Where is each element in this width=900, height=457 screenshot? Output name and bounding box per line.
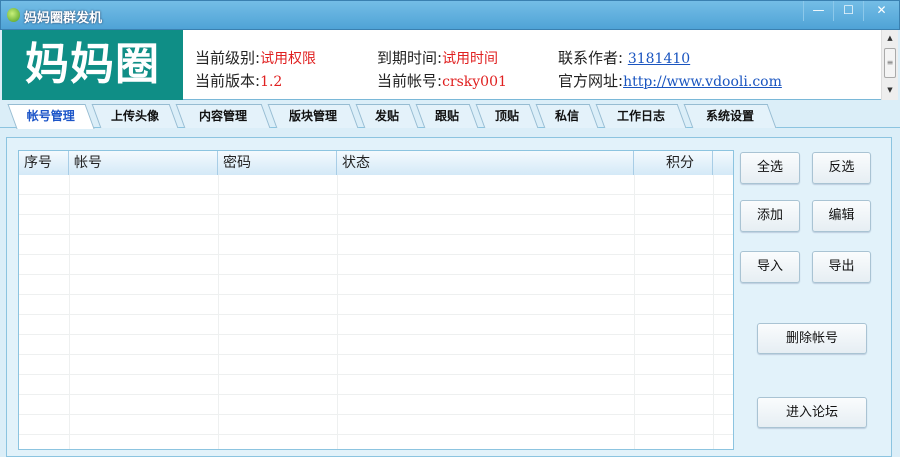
select-all-button[interactable]: 全选 bbox=[740, 152, 800, 184]
table-row bbox=[19, 295, 733, 315]
tab-label: 跟贴 bbox=[434, 109, 459, 123]
tab-label: 工作日志 bbox=[616, 109, 665, 123]
export-button[interactable]: 导出 bbox=[812, 251, 871, 283]
table-row bbox=[19, 175, 733, 195]
table-row bbox=[19, 215, 733, 235]
tab-upload-avatar[interactable]: 上传头像 bbox=[91, 104, 179, 128]
contact-label: 联系作者: bbox=[558, 49, 628, 67]
version-value: 1.2 bbox=[260, 74, 283, 90]
table-row bbox=[19, 275, 733, 295]
site-info: 官方网址:http://www.vdooli.com bbox=[558, 70, 782, 91]
table-row bbox=[19, 315, 733, 335]
scroll-thumb[interactable]: ≡ bbox=[884, 48, 896, 78]
table-row bbox=[19, 395, 733, 415]
tab-bump[interactable]: 顶贴 bbox=[475, 104, 539, 128]
account-info: 当前帐号:crsky001 bbox=[377, 70, 507, 91]
header: 妈妈圈 当前级别:试用权限 当前版本:1.2 到期时间:试用时间 当前帐号:cr… bbox=[2, 30, 898, 100]
tab-post[interactable]: 发贴 bbox=[355, 104, 419, 128]
table-row bbox=[19, 415, 733, 435]
tab-message[interactable]: 私信 bbox=[535, 104, 599, 128]
logo: 妈妈圈 bbox=[2, 30, 183, 100]
site-label: 官方网址: bbox=[558, 72, 624, 90]
tab-label: 顶贴 bbox=[494, 109, 519, 123]
version-info: 当前版本:1.2 bbox=[195, 70, 282, 91]
minimize-button[interactable]: — bbox=[803, 1, 833, 21]
app-icon bbox=[7, 8, 20, 22]
level-value: 试用权限 bbox=[260, 51, 317, 67]
col-account[interactable]: 帐号 bbox=[69, 151, 218, 175]
delete-account-button[interactable]: 删除帐号 bbox=[757, 323, 867, 354]
tab-board-manage[interactable]: 版块管理 bbox=[267, 104, 359, 128]
col-index[interactable]: 序号 bbox=[19, 151, 69, 175]
table-row bbox=[19, 335, 733, 355]
tab-label: 私信 bbox=[554, 109, 579, 123]
edit-button[interactable]: 编辑 bbox=[812, 200, 871, 232]
title-bar: 妈妈圈群发机 — ☐ ✕ bbox=[0, 0, 900, 30]
header-scrollbar[interactable]: ▲ ≡ ▼ bbox=[881, 30, 898, 100]
table-row bbox=[19, 375, 733, 395]
table-header: 序号 帐号 密码 状态 积分 bbox=[19, 151, 733, 175]
invert-selection-button[interactable]: 反选 bbox=[812, 152, 871, 184]
tab-work-log[interactable]: 工作日志 bbox=[595, 104, 687, 128]
col-status[interactable]: 状态 bbox=[337, 151, 634, 175]
tab-reply[interactable]: 跟贴 bbox=[415, 104, 479, 128]
tab-content-manage[interactable]: 内容管理 bbox=[175, 104, 271, 128]
expire-value: 试用时间 bbox=[442, 51, 499, 67]
enter-forum-button[interactable]: 进入论坛 bbox=[757, 397, 867, 428]
tab-account-manage[interactable]: 帐号管理 bbox=[7, 104, 95, 129]
add-button[interactable]: 添加 bbox=[740, 200, 800, 232]
maximize-button[interactable]: ☐ bbox=[833, 1, 863, 21]
col-password[interactable]: 密码 bbox=[218, 151, 337, 175]
table-row bbox=[19, 235, 733, 255]
tab-label: 发贴 bbox=[374, 109, 399, 123]
expire-info: 到期时间:试用时间 bbox=[377, 47, 498, 68]
version-label: 当前版本: bbox=[195, 72, 261, 90]
window-title: 妈妈圈群发机 bbox=[24, 11, 103, 26]
scroll-down-icon[interactable]: ▼ bbox=[882, 86, 898, 94]
tab-label: 帐号管理 bbox=[26, 109, 75, 123]
account-table[interactable]: 序号 帐号 密码 状态 积分 bbox=[18, 150, 734, 450]
level-info: 当前级别:试用权限 bbox=[195, 47, 316, 68]
level-label: 当前级别: bbox=[195, 49, 261, 67]
account-value: crsky001 bbox=[442, 74, 507, 90]
scroll-up-icon[interactable]: ▲ bbox=[882, 34, 898, 42]
tab-label: 系统设置 bbox=[705, 109, 754, 123]
close-button[interactable]: ✕ bbox=[863, 1, 899, 21]
table-row bbox=[19, 255, 733, 275]
tab-label: 版块管理 bbox=[288, 109, 337, 123]
tab-label: 内容管理 bbox=[198, 109, 247, 123]
table-row bbox=[19, 195, 733, 215]
tab-settings[interactable]: 系统设置 bbox=[683, 104, 777, 128]
site-link[interactable]: http://www.vdooli.com bbox=[623, 74, 782, 90]
tab-bar: 帐号管理 上传头像 内容管理 版块管理 发贴 跟贴 顶贴 私信 工作日志 系统设… bbox=[0, 100, 900, 129]
contact-info: 联系作者: 3181410 bbox=[558, 47, 690, 68]
tab-label: 上传头像 bbox=[110, 109, 159, 123]
contact-link[interactable]: 3181410 bbox=[628, 51, 690, 67]
col-points[interactable]: 积分 bbox=[634, 151, 713, 175]
account-label: 当前帐号: bbox=[377, 72, 443, 90]
table-row bbox=[19, 355, 733, 375]
expire-label: 到期时间: bbox=[377, 49, 443, 67]
import-button[interactable]: 导入 bbox=[740, 251, 800, 283]
